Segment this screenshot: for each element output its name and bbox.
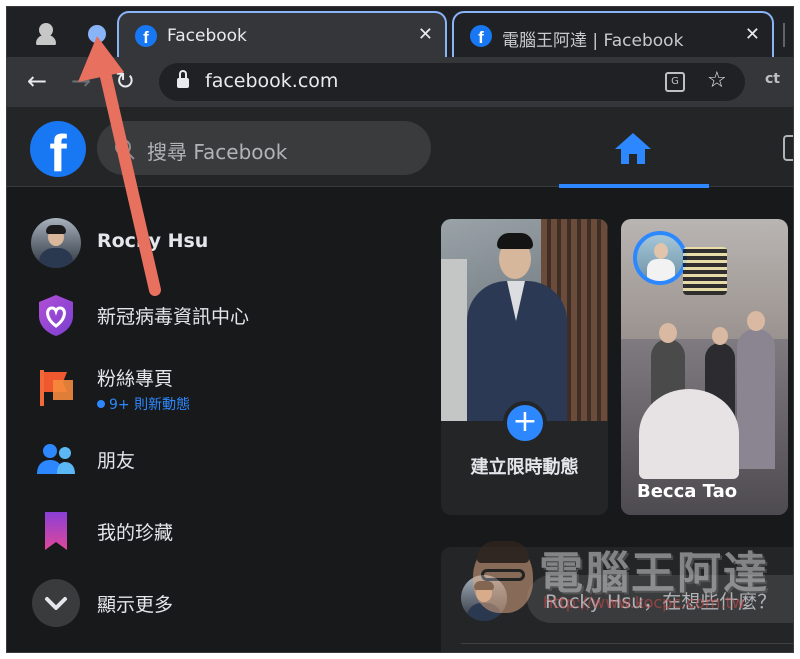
sidebar-item-label: 新冠病毒資訊中心 <box>97 306 250 328</box>
translate-icon[interactable]: G <box>665 72 685 92</box>
facebook-header: f 搜尋 Facebook <box>7 107 793 188</box>
unread-dot-icon <box>97 400 105 408</box>
watermark-url: http://www.kocpc.com.tw <box>543 593 745 612</box>
create-story-label: 建立限時動態 <box>470 457 579 478</box>
sidebar-item-friends[interactable]: 朋友 <box>21 428 411 492</box>
extension-icon[interactable]: ct <box>765 71 780 87</box>
tab-strip: f Facebook ✕ f 電腦王阿達 | Facebook ✕ <box>7 7 793 59</box>
avatar <box>31 218 81 268</box>
story-author-name: Becca Tao <box>637 481 738 502</box>
watermark-title: 電腦王阿達 <box>539 548 769 599</box>
left-sidebar: Rocky Hsu 新冠病毒資訊中心 粉絲專頁 9+ 則新動態 朋友 我的珍藏 … <box>7 188 427 652</box>
watermark: 電腦王阿達 http://www.kocpc.com.tw <box>473 537 793 627</box>
bookmark-ribbon-icon <box>45 512 67 550</box>
story-author-avatar <box>633 231 687 285</box>
reload-icon[interactable]: ↻ <box>115 67 135 95</box>
bookmark-star-icon[interactable]: ☆ <box>707 68 727 93</box>
profile-story-photo <box>441 219 608 421</box>
sidebar-item-see-more[interactable]: 顯示更多 <box>21 572 411 636</box>
pages-flag-icon <box>40 370 73 406</box>
tab-separator <box>783 23 785 47</box>
watermark-mascot-icon <box>473 541 533 613</box>
sidebar-item-label: Rocky Hsu <box>97 230 209 252</box>
sidebar-item-label: 粉絲專頁 <box>97 368 174 390</box>
tab-title: Facebook <box>167 26 247 46</box>
search-input[interactable]: 搜尋 Facebook <box>97 121 431 175</box>
covid-heart-shield-icon <box>39 295 73 336</box>
sidebar-item-label: 我的珍藏 <box>97 522 174 544</box>
create-story-card[interactable]: + 建立限時動態 <box>441 219 608 515</box>
search-placeholder: 搜尋 Facebook <box>147 140 288 164</box>
sidebar-item-profile[interactable]: Rocky Hsu <box>21 212 411 276</box>
facebook-favicon-icon: f <box>135 25 157 47</box>
tab-kocpc-facebook[interactable]: f 電腦王阿達 | Facebook ✕ <box>452 11 774 57</box>
lock-icon[interactable] <box>177 70 189 89</box>
facebook-favicon-icon: f <box>470 25 492 47</box>
add-story-plus-icon[interactable]: + <box>503 401 547 445</box>
browser-toolbar: ← → ↻ facebook.com G ☆ ct <box>7 57 793 107</box>
browser-window: f Facebook ✕ f 電腦王阿達 | Facebook ✕ ← → ↻ … <box>6 6 794 653</box>
story-sticker <box>683 247 727 295</box>
profile-avatar-icon[interactable] <box>87 23 109 45</box>
tab-title: 電腦王阿達 | Facebook <box>502 31 684 51</box>
active-tab-indicator <box>559 184 709 188</box>
divider <box>461 643 793 644</box>
chevron-down-icon <box>32 579 80 627</box>
url-text[interactable]: facebook.com <box>205 70 338 92</box>
friend-story-card[interactable]: Becca Tao <box>621 219 788 515</box>
forward-arrow-icon[interactable]: → <box>71 67 91 95</box>
pages-update-count: 9+ 則新動態 <box>97 394 190 414</box>
close-tab-icon[interactable]: ✕ <box>745 24 760 45</box>
sidebar-item-covid-center[interactable]: 新冠病毒資訊中心 <box>21 284 411 348</box>
tab-facebook[interactable]: f Facebook ✕ <box>117 11 447 57</box>
watch-icon[interactable] <box>783 135 793 161</box>
back-arrow-icon[interactable]: ← <box>27 67 47 95</box>
close-tab-icon[interactable]: ✕ <box>418 24 433 45</box>
friends-icon <box>37 444 75 474</box>
sidebar-item-saved[interactable]: 我的珍藏 <box>21 500 411 564</box>
profile-icon[interactable] <box>35 23 57 45</box>
address-bar[interactable]: facebook.com G ☆ <box>159 63 745 101</box>
sidebar-item-label: 顯示更多 <box>97 594 174 616</box>
home-icon[interactable] <box>615 133 651 165</box>
sidebar-item-label: 朋友 <box>97 450 136 472</box>
search-icon <box>115 139 131 155</box>
sidebar-item-pages[interactable]: 粉絲專頁 9+ 則新動態 <box>21 356 411 420</box>
facebook-logo-icon[interactable]: f <box>30 121 86 177</box>
